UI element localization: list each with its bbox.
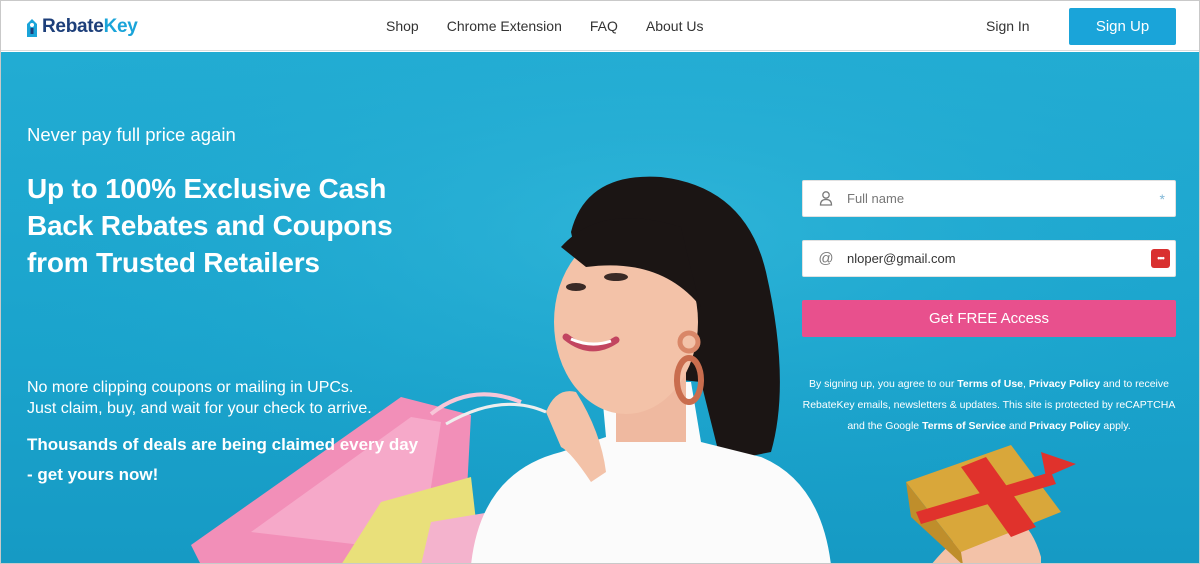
- google-privacy-policy-link[interactable]: Privacy Policy: [1029, 420, 1100, 432]
- logo-wordmark: RebateKey: [42, 16, 138, 37]
- hero-subtext-line2: Just claim, buy, and wait for your check…: [27, 400, 372, 417]
- terms-of-use-link[interactable]: Terms of Use: [957, 378, 1023, 390]
- get-free-access-button[interactable]: Get FREE Access: [802, 300, 1176, 337]
- privacy-policy-link[interactable]: Privacy Policy: [1029, 378, 1100, 390]
- email-input[interactable]: [847, 241, 1147, 276]
- signup-legal-text: By signing up, you agree to our Terms of…: [802, 378, 1176, 432]
- full-name-input[interactable]: [847, 181, 1147, 216]
- full-name-field[interactable]: *: [802, 180, 1176, 217]
- hero-subtext-line1: No more clipping coupons or mailing in U…: [27, 379, 354, 396]
- user-icon: [817, 190, 835, 208]
- at-icon: @: [818, 250, 834, 267]
- nav-about-us[interactable]: About Us: [646, 18, 704, 34]
- email-field[interactable]: @ •••: [802, 240, 1176, 277]
- hero-subtext: No more clipping coupons or mailing in U…: [27, 377, 427, 419]
- top-header: RebateKey Shop Chrome Extension FAQ Abou…: [1, 1, 1199, 51]
- hero-kicker: Never pay full price again: [27, 124, 236, 145]
- rebatekey-logo[interactable]: RebateKey: [25, 13, 138, 41]
- sign-up-button[interactable]: Sign Up: [1069, 8, 1176, 45]
- main-nav: Shop Chrome Extension FAQ About Us: [372, 1, 717, 51]
- logo-tag-icon: [27, 19, 37, 37]
- nav-shop[interactable]: Shop: [386, 18, 419, 34]
- page-frame: RebateKey Shop Chrome Extension FAQ Abou…: [0, 0, 1200, 564]
- password-manager-icon[interactable]: •••: [1151, 249, 1170, 268]
- hero-deals-callout: Thousands of deals are being claimed eve…: [27, 435, 419, 484]
- nav-chrome-extension[interactable]: Chrome Extension: [447, 18, 562, 34]
- terms-of-service-link[interactable]: Terms of Service: [922, 420, 1006, 432]
- nav-faq[interactable]: FAQ: [590, 18, 618, 34]
- hero-section: Never pay full price again Up to 100% Ex…: [1, 52, 1199, 563]
- required-asterisk: *: [1159, 191, 1165, 207]
- hero-headline: Up to 100% Exclusive Cash Back Rebates a…: [27, 173, 393, 278]
- sign-in-link[interactable]: Sign In: [986, 18, 1030, 34]
